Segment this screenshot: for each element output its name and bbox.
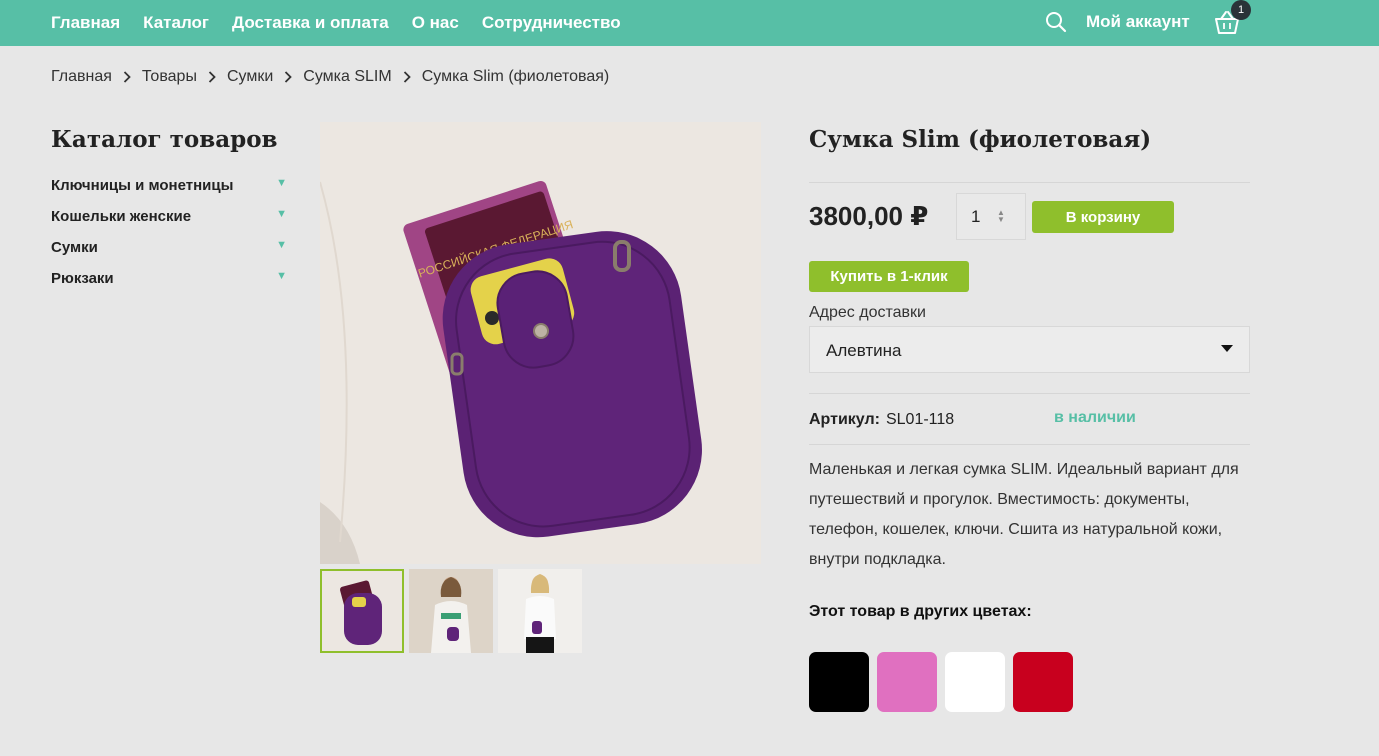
swatch-red[interactable] <box>1013 652 1073 712</box>
other-colors-title: Этот товар в других цветах: <box>809 603 1032 620</box>
stepper-arrows-icon[interactable]: ▲ ▼ <box>997 209 1005 224</box>
delivery-address-select[interactable]: Алевтина <box>809 326 1250 373</box>
chevron-right-icon <box>197 68 227 86</box>
breadcrumb: Главная Товары Сумки Сумка SLIM Сумка Sl… <box>51 68 609 86</box>
category-bags[interactable]: Сумки ▼ <box>51 236 287 267</box>
buy-one-click-button[interactable]: Купить в 1-клик <box>809 261 969 292</box>
chevron-right-icon <box>392 68 422 86</box>
cart-count-badge: 1 <box>1231 0 1251 20</box>
swatch-black[interactable] <box>809 652 869 712</box>
caret-down-icon <box>1221 345 1233 352</box>
breadcrumb-current: Сумка Slim (фиолетовая) <box>421 68 610 85</box>
nav-catalog[interactable]: Каталог <box>143 13 209 33</box>
triangle-down-icon[interactable]: ▼ <box>276 177 287 189</box>
category-label: Сумки <box>51 239 98 256</box>
chevron-right-icon <box>273 68 303 86</box>
category-label: Рюкзаки <box>51 270 114 287</box>
article-number: Артикул: SL01-118 <box>809 411 954 429</box>
category-label: Ключницы и монетницы <box>51 177 234 194</box>
divider <box>809 444 1250 445</box>
swatch-pink[interactable] <box>877 652 937 712</box>
divider <box>809 182 1250 183</box>
nav-cooperation[interactable]: Сотрудничество <box>482 13 621 33</box>
top-navbar: Главная Каталог Доставка и оплата О нас … <box>0 0 1379 46</box>
stock-status: в наличии <box>1054 409 1136 426</box>
quantity-stepper[interactable]: 1 ▲ ▼ <box>956 193 1026 240</box>
thumbnail-3[interactable] <box>498 569 582 653</box>
triangle-down-icon[interactable]: ▼ <box>276 239 287 251</box>
category-wallets[interactable]: Кошельки женские ▼ <box>51 205 287 236</box>
triangle-down-icon[interactable]: ▼ <box>276 270 287 282</box>
account-link[interactable]: Мой аккаунт <box>1086 12 1190 32</box>
category-label: Кошельки женские <box>51 208 192 225</box>
main-nav: Главная Каталог Доставка и оплата О нас … <box>51 0 621 46</box>
breadcrumb-home[interactable]: Главная <box>51 68 112 86</box>
breadcrumb-bags[interactable]: Сумки <box>227 68 273 86</box>
thumbnail-1[interactable] <box>320 569 404 653</box>
article-label: Артикул: <box>809 411 880 428</box>
add-to-cart-button[interactable]: В корзину <box>1032 201 1174 233</box>
quantity-value: 1 <box>971 207 981 226</box>
category-backpacks[interactable]: Рюкзаки ▼ <box>51 267 287 298</box>
divider <box>809 393 1250 394</box>
delivery-address-value: Алевтина <box>826 341 902 360</box>
catalog-title: Каталог товаров <box>51 126 278 153</box>
product-title: Сумка Slim (фиолетовая) <box>809 126 1152 153</box>
product-main-image[interactable]: РОССИЙСКАЯ ФЕДЕРАЦИЯ <box>320 122 761 564</box>
nav-delivery[interactable]: Доставка и оплата <box>232 13 389 33</box>
article-code: SL01-118 <box>885 411 955 428</box>
thumbnail-strip <box>320 569 582 653</box>
delivery-address-label: Адрес доставки <box>809 304 926 321</box>
thumbnail-2[interactable] <box>409 569 493 653</box>
product-price: 3800,00 ₽ <box>809 201 929 231</box>
product-description: Маленькая и легкая сумка SLIM. Идеальный… <box>809 461 1239 568</box>
category-keyholders[interactable]: Ключницы и монетницы ▼ <box>51 174 287 205</box>
breadcrumb-goods[interactable]: Товары <box>142 68 197 86</box>
color-swatches <box>809 652 1073 712</box>
nav-home[interactable]: Главная <box>51 13 120 33</box>
category-list: Ключницы и монетницы ▼ Кошельки женские … <box>51 174 287 298</box>
swatch-white[interactable] <box>945 652 1005 712</box>
chevron-right-icon <box>112 68 142 86</box>
triangle-down-icon[interactable]: ▼ <box>276 208 287 220</box>
search-icon[interactable] <box>1045 11 1067 33</box>
breadcrumb-bag-slim[interactable]: Сумка SLIM <box>303 68 391 86</box>
nav-about[interactable]: О нас <box>412 13 459 33</box>
